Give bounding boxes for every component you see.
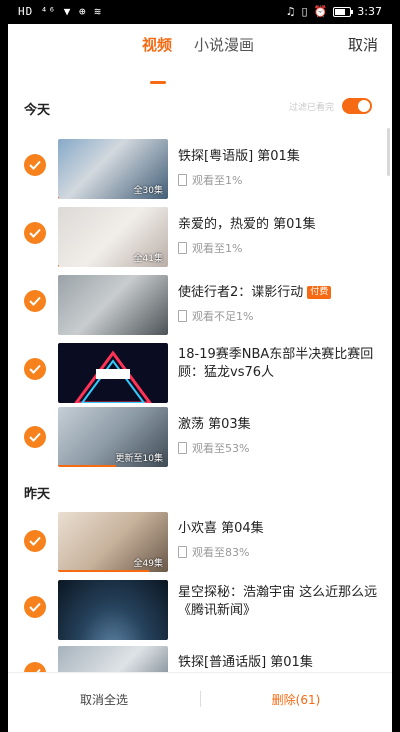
- video-title[interactable]: 激荡 第03集: [178, 416, 378, 434]
- video-title[interactable]: 使徒行者2：谍影行动 付费: [178, 284, 378, 302]
- video-title[interactable]: 星空探秘：浩瀚宇宙 这么近那么远《腾讯新闻》: [178, 584, 378, 620]
- status-time: 3:37: [357, 5, 382, 18]
- watch-progress: [58, 465, 117, 467]
- item-checkbox[interactable]: [24, 290, 46, 312]
- phone-icon: [178, 442, 187, 454]
- video-title[interactable]: 18-19赛季NBA东部半决赛比赛回顾：猛龙vs76人: [178, 346, 378, 382]
- vibrate-icon: ▯: [301, 5, 308, 18]
- item-checkbox[interactable]: [24, 596, 46, 618]
- nba-logo-graphic: [74, 350, 152, 403]
- watch-status-text: 观看至1%: [192, 242, 243, 255]
- alarm-icon: ⏰: [313, 5, 328, 18]
- watch-status: 观看至1%: [178, 172, 242, 188]
- tab-video[interactable]: 视频: [142, 34, 172, 55]
- check-icon: [29, 228, 41, 238]
- phone-icon: [178, 310, 187, 322]
- watch-status: 观看至1%: [178, 240, 242, 256]
- item-checkbox[interactable]: [24, 530, 46, 552]
- watch-status-text: 观看至83%: [192, 546, 250, 559]
- thumbnail-label: 全49集: [133, 559, 163, 569]
- video-title[interactable]: 铁探[普通话版] 第01集: [178, 654, 378, 672]
- filter-label: 过滤已看完: [288, 102, 334, 113]
- filter-watched: 过滤已看完: [289, 98, 372, 114]
- scrollbar[interactable]: [387, 128, 390, 176]
- watch-progress: [58, 265, 60, 267]
- phone-icon: [178, 242, 187, 254]
- watch-status: 观看至53%: [178, 440, 249, 456]
- deselect-all-button[interactable]: 取消全选: [8, 673, 200, 725]
- item-checkbox[interactable]: [24, 358, 46, 380]
- video-thumbnail[interactable]: 全49集: [58, 512, 168, 572]
- check-icon: [29, 296, 41, 306]
- battery-level: [335, 8, 345, 15]
- tab-novel-comic[interactable]: 小说漫画: [194, 34, 254, 55]
- check-icon: [29, 160, 41, 170]
- delete-button[interactable]: 删除(61): [200, 673, 392, 725]
- app-screen: HD ⁴⁶ ▼ ⊕ ≋ ♫ ▯ ⏰ 3:37 视频 小说漫画 取消 今天 过滤已…: [8, 0, 392, 732]
- phone-icon: [178, 174, 187, 186]
- thumbnail-label: 全30集: [133, 186, 163, 196]
- section-today: 今天: [24, 103, 51, 118]
- check-icon: [29, 602, 41, 612]
- watch-status: 观看至83%: [178, 544, 249, 560]
- item-checkbox[interactable]: [24, 222, 46, 244]
- watch-progress: [58, 197, 60, 199]
- cancel-button[interactable]: 取消: [348, 34, 378, 55]
- video-thumbnail[interactable]: [58, 580, 168, 640]
- battery-icon: [333, 6, 354, 17]
- watch-progress: [58, 570, 150, 572]
- check-icon: [29, 432, 41, 442]
- watch-status: 观看不足1%: [178, 308, 253, 324]
- thumbnail-label: 全41集: [133, 254, 163, 264]
- bottom-action-bar: 取消全选 删除(61): [8, 672, 392, 725]
- check-icon: [29, 536, 41, 546]
- headset-icon: ♫: [285, 5, 296, 18]
- section-yesterday: 昨天: [24, 487, 51, 502]
- phone-icon: [178, 546, 187, 558]
- status-bar: HD ⁴⁶ ▼ ⊕ ≋ ♫ ▯ ⏰ 3:37: [8, 0, 392, 24]
- video-title[interactable]: 铁探[粤语版] 第01集: [178, 148, 378, 166]
- watch-status-text: 观看不足1%: [192, 310, 254, 323]
- item-checkbox[interactable]: [24, 426, 46, 448]
- toggle-knob: [358, 100, 370, 112]
- video-title-text: 使徒行者2：谍影行动: [178, 285, 304, 300]
- video-thumbnail[interactable]: [58, 275, 168, 335]
- video-title[interactable]: 亲爱的，热爱的 第01集: [178, 216, 378, 234]
- item-checkbox[interactable]: [24, 154, 46, 176]
- video-thumbnail[interactable]: 全41集: [58, 207, 168, 267]
- status-left: HD ⁴⁶ ▼ ⊕ ≋: [18, 5, 102, 18]
- filter-toggle[interactable]: [342, 98, 372, 114]
- thumbnail-label: 更新至10集: [115, 454, 163, 464]
- active-tab-indicator: [150, 81, 166, 84]
- watch-status-text: 观看至53%: [192, 442, 250, 455]
- status-right: ♫ ▯ ⏰ 3:37: [286, 5, 382, 18]
- video-thumbnail[interactable]: 更新至10集: [58, 407, 168, 467]
- video-thumbnail[interactable]: 全30集: [58, 139, 168, 199]
- video-thumbnail[interactable]: [58, 343, 168, 403]
- video-title[interactable]: 小欢喜 第04集: [178, 520, 378, 538]
- paid-badge: 付费: [307, 286, 332, 299]
- watch-status-text: 观看至1%: [192, 174, 243, 187]
- check-icon: [29, 364, 41, 374]
